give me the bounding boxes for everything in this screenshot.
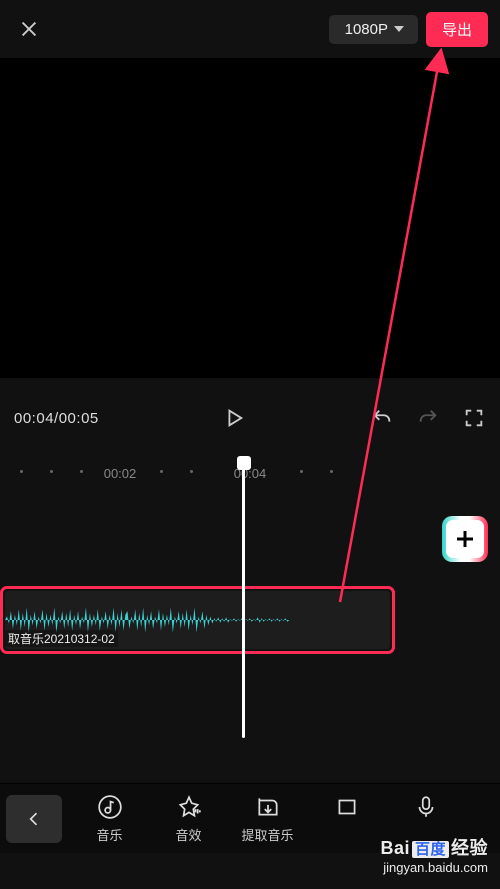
undo-icon xyxy=(371,407,393,429)
extract-icon xyxy=(255,794,281,820)
export-label: 导出 xyxy=(442,22,472,39)
mic-icon xyxy=(413,794,439,820)
time-display: 00:04/00:05 xyxy=(14,410,99,427)
export-button[interactable]: 导出 xyxy=(426,12,488,47)
header: 1080P 导出 xyxy=(0,0,500,58)
audio-clip-highlight: 取音乐20210312-02 xyxy=(0,586,395,654)
ruler-tick: 00:02 xyxy=(104,466,137,481)
play-icon xyxy=(223,407,245,429)
resolution-label: 1080P xyxy=(345,21,388,38)
audio-clip[interactable]: 取音乐20210312-02 xyxy=(5,591,390,649)
toolbar-sfx-label: 音效 xyxy=(175,825,201,844)
undo-button[interactable] xyxy=(370,406,394,430)
close-icon xyxy=(18,18,40,40)
watermark: Bai百度经验 jingyan.baidu.com xyxy=(380,837,488,877)
toolbar-sfx-button[interactable]: 音效 xyxy=(151,794,226,844)
fullscreen-icon xyxy=(463,407,485,429)
fullscreen-button[interactable] xyxy=(462,406,486,430)
chevron-left-icon xyxy=(24,809,44,829)
redo-button xyxy=(416,406,440,430)
toolbar-item-blurred[interactable] xyxy=(309,794,384,844)
plus-icon xyxy=(453,527,477,551)
music-icon xyxy=(97,794,123,820)
playback-controls: 00:04/00:05 xyxy=(0,378,500,458)
toolbar-extract-label: 提取音乐 xyxy=(241,825,293,844)
resolution-dropdown[interactable]: 1080P xyxy=(329,15,418,44)
audio-clip-label: 取音乐20210312-02 xyxy=(5,630,118,647)
time-ruler: 00:02 00:04 xyxy=(0,466,500,492)
video-preview[interactable] xyxy=(0,58,500,378)
add-clip-button[interactable] xyxy=(444,518,486,560)
play-button[interactable] xyxy=(222,406,246,430)
sfx-icon xyxy=(176,794,202,820)
chevron-down-icon xyxy=(394,26,404,32)
blur-icon xyxy=(334,794,360,820)
watermark-url: jingyan.baidu.com xyxy=(380,860,488,877)
toolbar-music-label: 音乐 xyxy=(96,825,122,844)
redo-icon xyxy=(417,407,439,429)
back-button[interactable] xyxy=(6,795,62,843)
toolbar-music-button[interactable]: 音乐 xyxy=(72,794,147,844)
timeline[interactable]: 00:02 00:04 取音乐20210312-02 xyxy=(0,458,500,738)
close-button[interactable] xyxy=(12,12,46,46)
playhead[interactable] xyxy=(242,458,245,738)
toolbar-extract-button[interactable]: 提取音乐 xyxy=(230,794,305,844)
